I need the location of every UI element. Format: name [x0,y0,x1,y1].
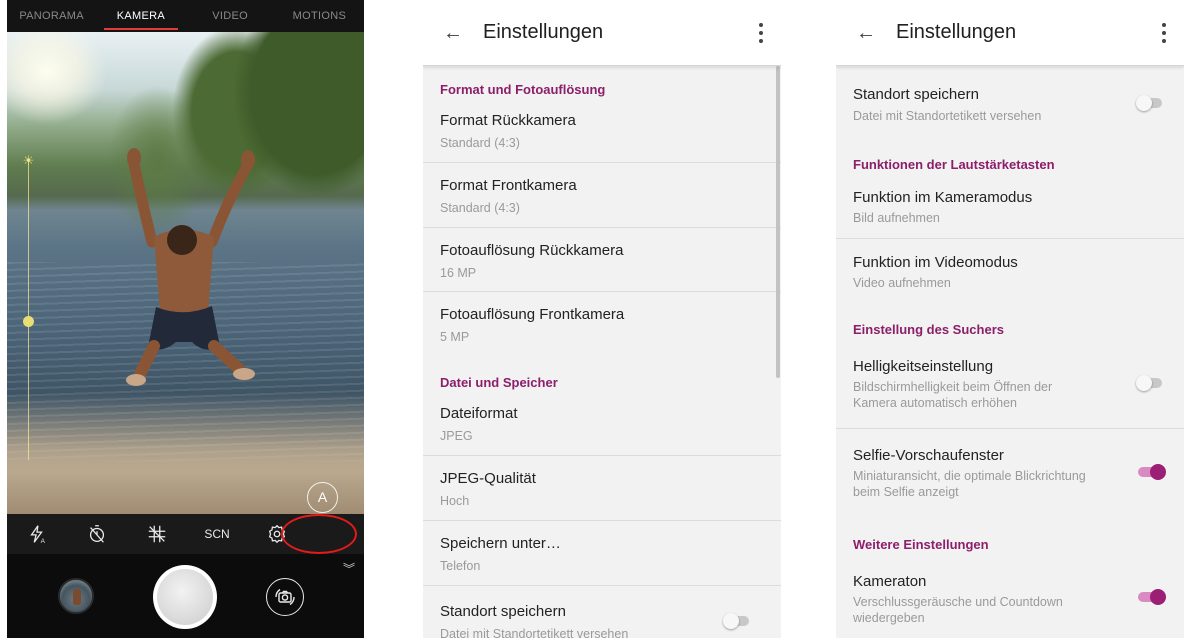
setting-subtitle-line-2: beim Selfie anzeigt [853,485,959,499]
chevron-down-icon[interactable]: ︾ [343,560,355,577]
setting-title: Standort speichern [853,86,979,103]
section-header-weitere: Weitere Einstellungen [853,537,989,552]
setting-subtitle: Bild aufnehmen [853,211,940,225]
setting-title: Format Rückkamera [440,112,576,129]
setting-title: Helligkeitseinstellung [853,358,994,375]
section-header-format: Format und Fotoauflösung [440,82,606,97]
setting-subtitle: JPEG [440,429,473,443]
setting-subtitle: Telefon [440,559,481,573]
camera-sound-toggle[interactable] [1136,589,1166,605]
setting-selfie-vorschau[interactable]: Selfie-Vorschaufenster Miniaturansicht, … [836,429,1184,517]
grid-off-icon [148,525,166,543]
grid-button[interactable] [127,514,187,554]
setting-title: Fotoauflösung Rückkamera [440,242,624,259]
setting-subtitle: Datei mit Standortetikett versehen [440,627,629,638]
section-header-lautstaerke: Funktionen der Lautstärketasten [853,157,1055,172]
tab-motions[interactable]: MOTIONS [275,0,364,32]
flash-auto-icon: A [30,525,46,545]
setting-format-frontkamera[interactable]: Format Frontkamera Standard (4:3) [423,163,781,227]
setting-title: Selfie-Vorschaufenster [853,447,1004,464]
setting-funktion-videomodus[interactable]: Funktion im Videomodus Video aufnehmen [836,239,1184,303]
app-bar: ← Einstellungen [836,0,1184,66]
exposure-slider-handle[interactable] [23,316,34,327]
section-header-datei: Datei und Speicher [440,375,558,390]
page-title: Einstellungen [483,21,604,43]
tab-panorama[interactable]: PANORAMA [7,0,96,32]
page-title: Einstellungen [896,21,1017,43]
setting-subtitle-line-2: wiedergeben [853,611,925,625]
setting-kameraton[interactable]: Kameraton Verschlussgeräusche und Countd… [836,556,1184,638]
camera-screen: PANORAMA KAMERA VIDEO MOTIONS ☀ A A SCN … [7,0,364,638]
scene-button[interactable]: SCN [187,514,247,554]
setting-title: Speichern unter… [440,535,561,552]
settings-highlight-ring [281,514,357,554]
setting-funktion-kameramodus[interactable]: Funktion im Kameramodus Bild aufnehmen [836,174,1184,238]
settings-screen-left: ← Einstellungen Format und Fotoauflösung… [423,0,781,638]
setting-aufloesung-rueckkamera[interactable]: Fotoauflösung Rückkamera 16 MP [423,228,781,292]
more-vert-icon[interactable] [759,23,763,43]
sun-icon: ☀ [22,153,35,168]
switch-camera-icon [275,588,295,606]
setting-speichern-unter[interactable]: Speichern unter… Telefon [423,521,781,585]
setting-subtitle: Standard (4:3) [440,201,520,215]
capture-bar: ︾ [7,554,364,638]
setting-title: Fotoauflösung Frontkamera [440,306,625,323]
timer-off-icon [89,525,105,543]
setting-format-rueckkamera[interactable]: Format Rückkamera Standard (4:3) [423,98,781,162]
brightness-toggle[interactable] [1136,375,1164,391]
shutter-button[interactable] [153,565,217,629]
setting-title: Kameraton [853,573,927,590]
auto-mode-button[interactable]: A [307,482,338,513]
camera-viewfinder[interactable]: ☀ A [7,32,364,514]
section-header-sucher: Einstellung des Suchers [853,322,1004,337]
timer-button[interactable] [67,514,127,554]
setting-subtitle-line-2: Kamera automatisch erhöhen [853,396,1017,410]
setting-subtitle: 5 MP [440,330,470,344]
jumping-boy-image [126,148,255,386]
shutter-inner [157,569,213,625]
setting-subtitle-line-1: Verschlussgeräusche und Countdown [853,595,1063,609]
scrollbar[interactable] [776,66,780,378]
more-vert-icon[interactable] [1162,23,1166,43]
setting-title: Standort speichern [440,603,566,620]
setting-title: Funktion im Videomodus [853,254,1018,271]
setting-title: Funktion im Kameramodus [853,189,1033,206]
switch-camera-button[interactable] [266,578,304,616]
tab-kamera[interactable]: KAMERA [96,0,185,32]
mode-bar: PANORAMA KAMERA VIDEO MOTIONS [7,0,364,32]
setting-standort-speichern[interactable]: Standort speichern Datei mit Standorteti… [836,70,1184,134]
gallery-thumbnail[interactable] [58,578,94,614]
app-bar: ← Einstellungen [423,0,781,66]
location-toggle[interactable] [723,613,751,629]
back-arrow-icon[interactable]: ← [856,23,876,43]
settings-screen-right: ← Einstellungen Standort speichern Datei… [836,0,1184,638]
selfie-preview-toggle[interactable] [1136,464,1166,480]
setting-subtitle: Hoch [440,494,470,508]
setting-title: JPEG-Qualität [440,470,536,487]
setting-title: Dateiformat [440,405,518,422]
setting-aufloesung-frontkamera[interactable]: Fotoauflösung Frontkamera 5 MP [423,292,781,356]
exposure-slider-track[interactable] [28,160,29,460]
flash-button[interactable]: A [7,514,67,554]
tab-video[interactable]: VIDEO [186,0,275,32]
setting-dateiformat[interactable]: Dateiformat JPEG [423,391,781,455]
setting-title: Format Frontkamera [440,177,577,194]
setting-subtitle: Standard (4:3) [440,136,520,150]
setting-subtitle: Video aufnehmen [853,276,951,290]
setting-subtitle: 16 MP [440,266,477,280]
setting-helligkeit[interactable]: Helligkeitseinstellung Bildschirmhelligk… [836,340,1184,428]
svg-text:A: A [41,538,46,545]
back-arrow-icon[interactable]: ← [443,23,463,43]
setting-subtitle: Datei mit Standortetikett versehen [853,109,1042,123]
setting-jpeg-qualitaet[interactable]: JPEG-Qualität Hoch [423,456,781,520]
location-toggle[interactable] [1136,95,1164,111]
setting-subtitle-line-1: Miniaturansicht, die optimale Blickricht… [853,469,1086,483]
setting-standort-speichern[interactable]: Standort speichern Datei mit Standorteti… [423,586,781,638]
setting-subtitle-line-1: Bildschirmhelligkeit beim Öffnen der [853,380,1053,394]
